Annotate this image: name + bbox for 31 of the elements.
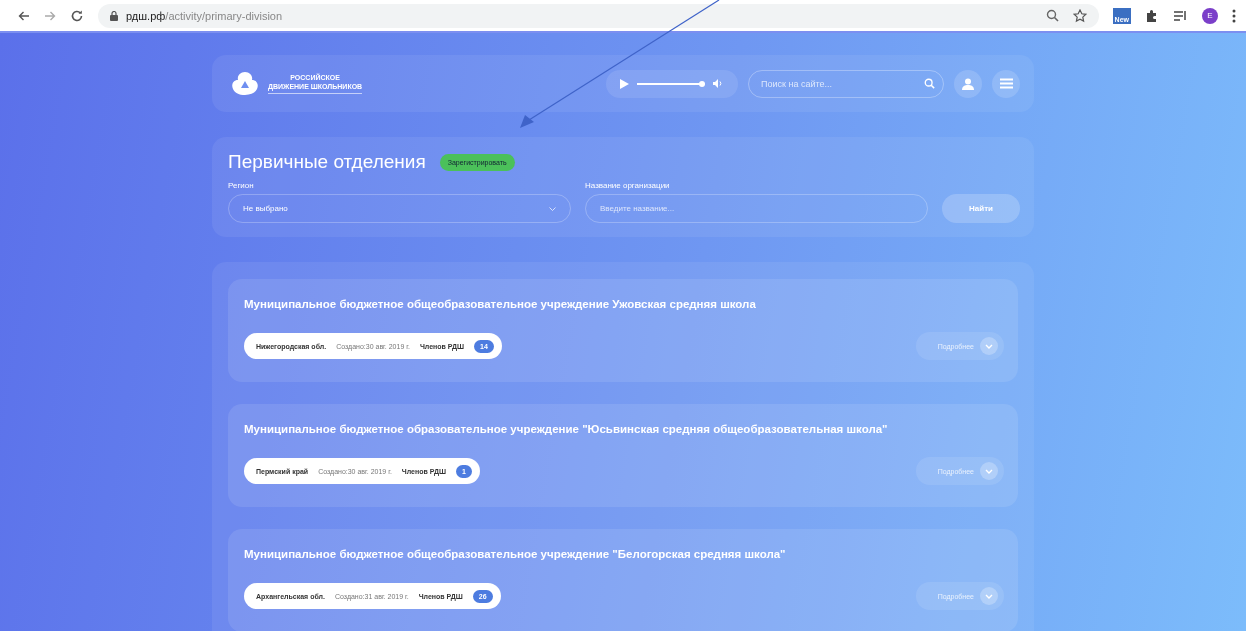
page-title: Первичные отделения [228, 151, 426, 173]
chevron-down-icon [980, 337, 998, 355]
address-bar[interactable]: рдш.рф/activity/primary-division [98, 3, 1099, 28]
speaker-icon[interactable] [713, 79, 724, 88]
user-icon [962, 77, 974, 90]
caret-icon [549, 206, 556, 211]
url-text: рдш.рф/activity/primary-division [126, 9, 283, 22]
organization-name[interactable]: Муниципальное бюджетное общеобразовательное учреждение "Белогорская средняя школа" [244, 548, 1004, 560]
back-icon[interactable] [18, 10, 30, 21]
find-button[interactable]: Найти [942, 194, 1020, 223]
chevron-down-icon [980, 462, 998, 480]
reload-icon[interactable] [70, 8, 84, 23]
organization-name[interactable]: Муниципальное бюджетное образовательное учреждение "Юсьвинская средняя общеобразовательная школа" [244, 423, 1004, 435]
profile-avatar[interactable]: E [1202, 7, 1218, 24]
user-button[interactable] [954, 69, 982, 98]
organization-name[interactable]: Муниципальное бюджетное общеобразовательное учреждение Ужовская средняя школа [244, 298, 1004, 310]
lock-icon [110, 10, 118, 21]
play-icon[interactable] [620, 78, 629, 89]
search-icon[interactable] [924, 77, 935, 89]
menu-button[interactable] [992, 69, 1020, 98]
chevron-down-icon [980, 587, 998, 605]
menu-icon [999, 78, 1013, 89]
more-icon[interactable] [1232, 8, 1236, 23]
zoom-icon[interactable] [1045, 9, 1059, 22]
logo-icon[interactable] [230, 70, 260, 97]
puzzle-icon[interactable] [1145, 8, 1159, 23]
playlist-icon[interactable] [1173, 9, 1188, 22]
region-label: Регион [228, 181, 255, 190]
star-icon[interactable] [1072, 8, 1087, 23]
organization-label: Название организации [585, 181, 671, 190]
forward-icon[interactable] [44, 10, 56, 21]
